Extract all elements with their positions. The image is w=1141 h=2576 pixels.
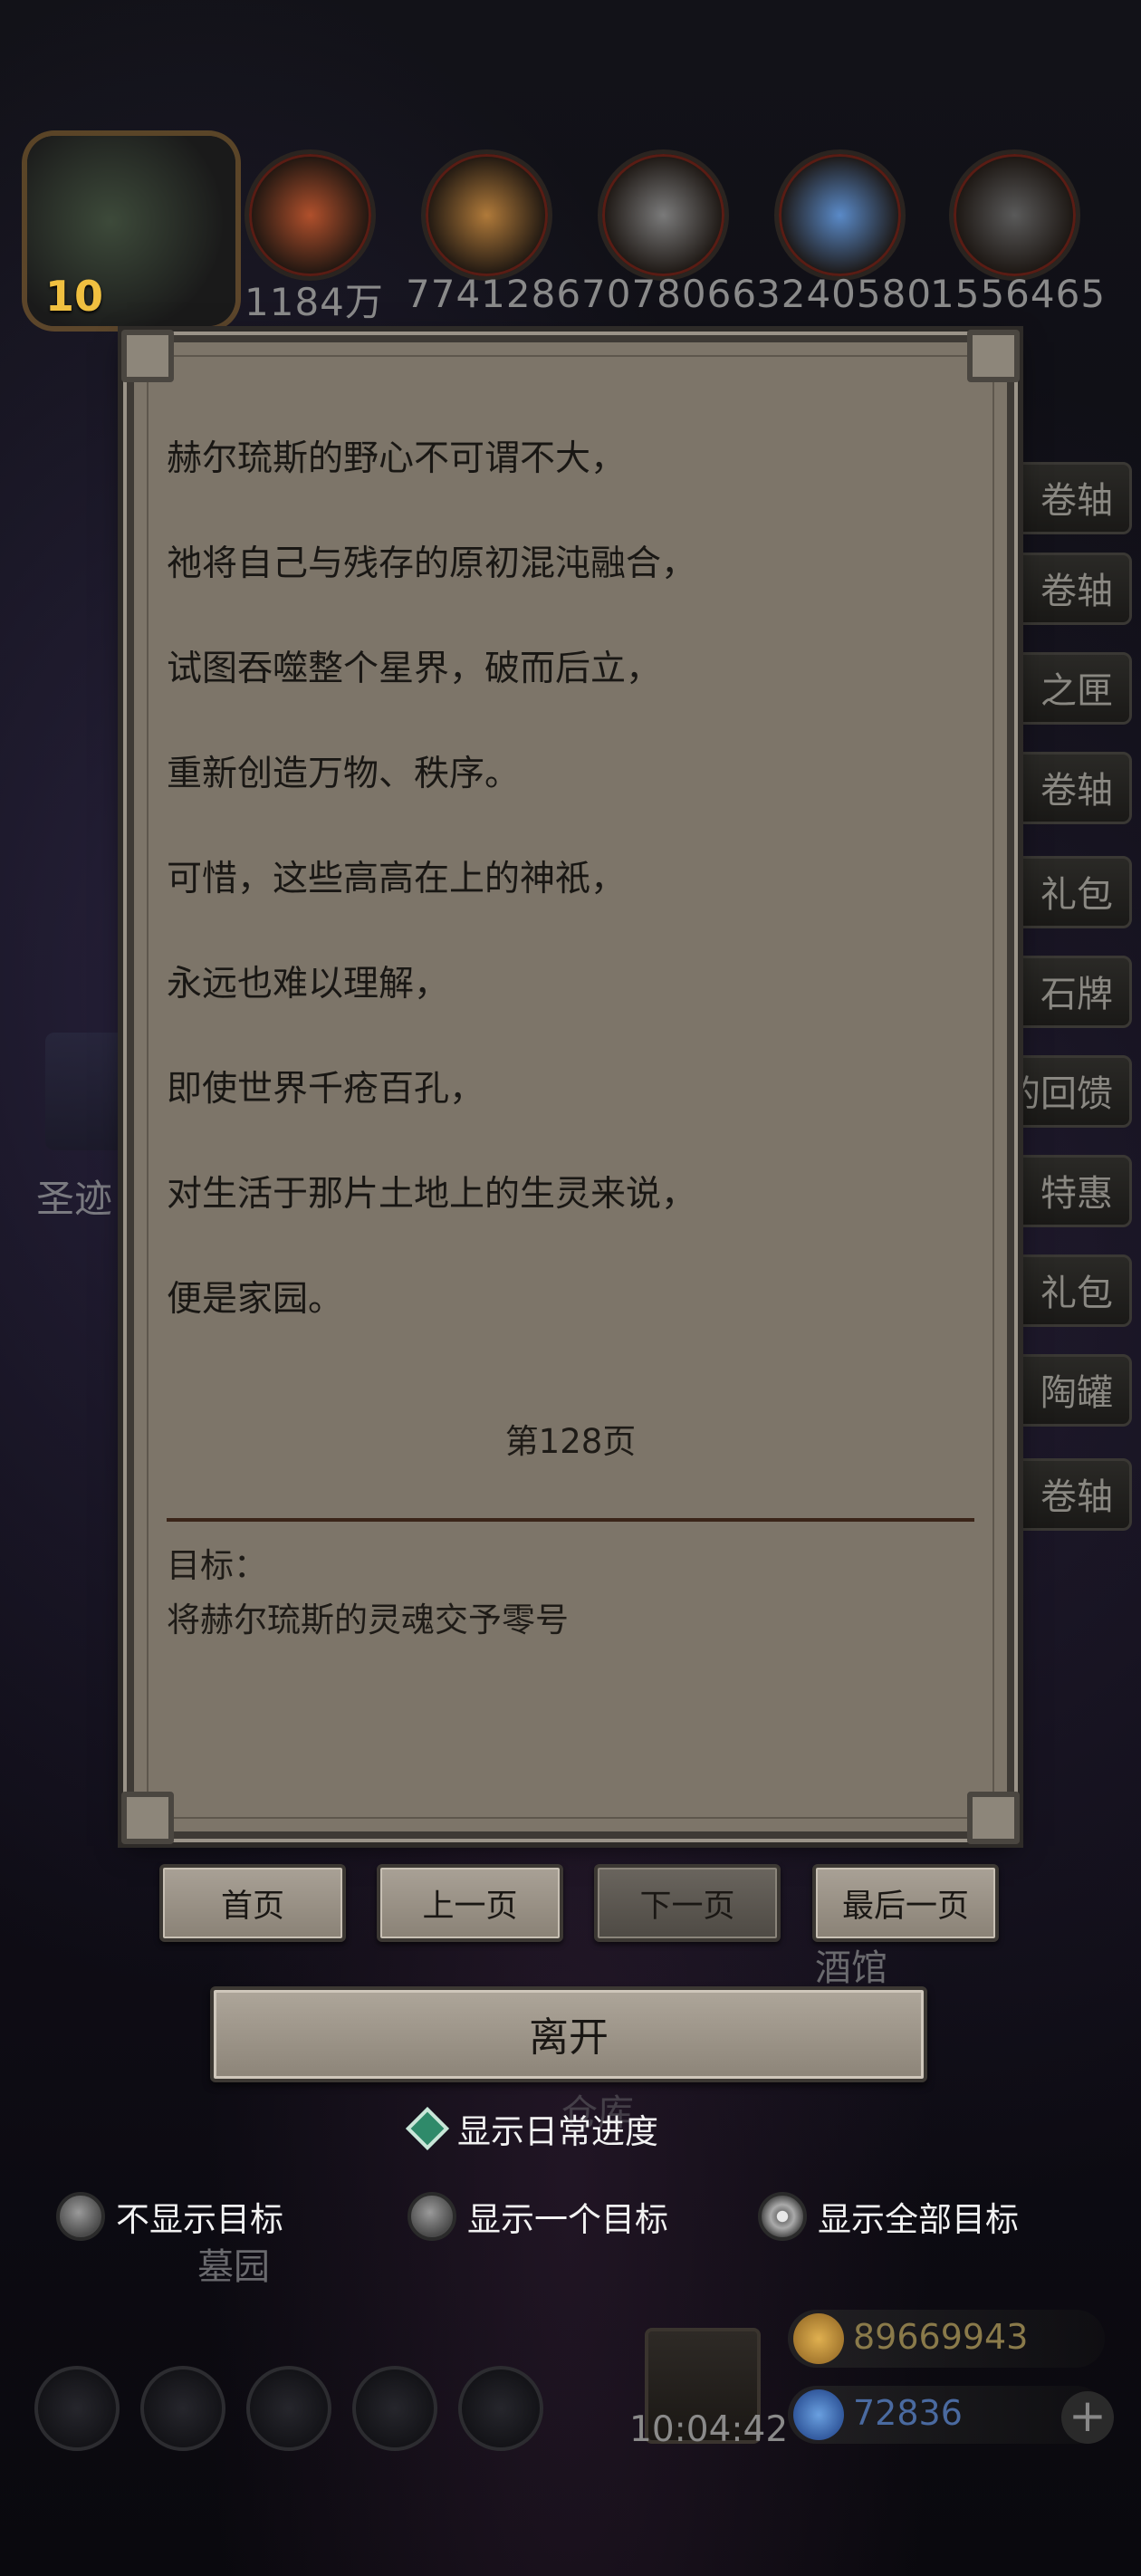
player-level: 10 xyxy=(45,272,104,321)
gem-value: 72836 xyxy=(853,2393,963,2433)
corner-ornament xyxy=(967,1792,1020,1844)
add-currency-button[interactable]: + xyxy=(1061,2391,1114,2444)
side-button-6[interactable]: 石牌 xyxy=(996,956,1132,1028)
option-hide-goals[interactable]: 不显示目标 xyxy=(56,2189,283,2244)
crystal-resource-value: 3240580 xyxy=(756,272,933,316)
goal-text: 将赫尔琉斯的灵魂交予零号 xyxy=(167,1600,569,1639)
gem-currency: 72836 xyxy=(788,2386,1105,2444)
option-show-all-goals[interactable]: 显示全部目标 xyxy=(758,2189,1019,2244)
story-line: 祂将自己与残存的原初混沌融合， xyxy=(167,543,697,584)
daily-progress-toggle[interactable]: 显示日常进度 xyxy=(405,2101,658,2156)
story-line: 即使世界千疮百孔， xyxy=(167,1069,485,1110)
diamond-checkbox-icon[interactable] xyxy=(405,2106,450,2151)
side-button-5[interactable]: 礼包 xyxy=(996,856,1132,928)
side-button-1[interactable]: 卷轴 xyxy=(996,462,1132,534)
story-book-panel: 赫尔琉斯的野心不可谓不大， 祂将自己与残存的原初混沌融合， 试图吞噬整个星界，破… xyxy=(121,330,1020,1844)
corner-ornament xyxy=(121,330,174,382)
iron-resource-value: 1556465 xyxy=(930,272,1107,316)
crystal-resource-icon xyxy=(774,149,906,281)
leave-button[interactable]: 离开 xyxy=(210,1986,927,2082)
wood-resource-icon xyxy=(421,149,552,281)
story-line: 试图吞噬整个星界，破而后立， xyxy=(167,649,662,689)
side-button-8[interactable]: 特惠 xyxy=(996,1155,1132,1227)
settings-icon[interactable] xyxy=(34,2366,120,2451)
option-label: 不显示目标 xyxy=(116,2200,283,2239)
side-button-11[interactable]: 卷轴 xyxy=(996,1458,1132,1531)
daily-progress-label: 显示日常进度 xyxy=(457,2112,658,2151)
guild-icon[interactable] xyxy=(246,2366,331,2451)
tavern-label: 酒馆 xyxy=(815,1947,887,1989)
gem-icon xyxy=(793,2389,844,2440)
corner-ornament xyxy=(121,1792,174,1844)
story-line: 便是家园。 xyxy=(167,1279,344,1320)
story-line: 可惜，这些高高在上的神祇， xyxy=(167,859,627,899)
graveyard-label: 墓园 xyxy=(197,2246,270,2288)
iron-resource-icon xyxy=(949,149,1080,281)
meat-resource-value: 1184万 xyxy=(244,280,384,324)
holy-site-label: 圣迹 xyxy=(36,1177,113,1221)
option-show-one-goal[interactable]: 显示一个目标 xyxy=(408,2189,668,2244)
timer: 10:04:42 xyxy=(629,2409,789,2450)
story-line: 赫尔琉斯的野心不可谓不大， xyxy=(167,438,627,479)
gold-currency: 89669943 xyxy=(788,2310,1105,2368)
side-button-9[interactable]: 礼包 xyxy=(996,1254,1132,1327)
side-button-4[interactable]: 卷轴 xyxy=(996,752,1132,824)
story-text: 赫尔琉斯的野心不可谓不大， 祂将自己与残存的原初混沌融合， 试图吞噬整个星界，破… xyxy=(167,380,982,1379)
corner-ornament xyxy=(967,330,1020,382)
first-page-button[interactable]: 首页 xyxy=(159,1864,346,1942)
option-label: 显示一个目标 xyxy=(467,2200,668,2239)
side-button-10[interactable]: 陶罐 xyxy=(996,1354,1132,1427)
holy-site-building xyxy=(45,1033,127,1150)
radio-icon[interactable] xyxy=(408,2192,456,2241)
goal-title: 目标： xyxy=(167,1546,267,1585)
radio-selected-icon[interactable] xyxy=(758,2192,807,2241)
page-number: 第128页 xyxy=(504,1422,637,1461)
story-line: 重新创造万物、秩序。 xyxy=(167,754,521,794)
dice-icon[interactable] xyxy=(458,2366,543,2451)
hero-icon[interactable] xyxy=(140,2366,225,2451)
story-line: 永远也难以理解， xyxy=(167,964,450,1004)
meat-resource-icon xyxy=(244,149,376,281)
last-page-button[interactable]: 最后一页 xyxy=(812,1864,999,1942)
gold-coin-icon xyxy=(793,2313,844,2364)
stone-resource-icon xyxy=(598,149,729,281)
side-button-3[interactable]: 之匣 xyxy=(996,652,1132,725)
prev-page-button[interactable]: 上一页 xyxy=(377,1864,563,1942)
option-label: 显示全部目标 xyxy=(818,2200,1019,2239)
mail-icon[interactable] xyxy=(352,2366,437,2451)
radio-icon[interactable] xyxy=(56,2192,105,2241)
divider xyxy=(167,1518,974,1522)
wood-resource-value: 7741286 xyxy=(406,272,582,316)
side-button-2[interactable]: 卷轴 xyxy=(996,553,1132,625)
next-page-button[interactable]: 下一页 xyxy=(594,1864,781,1942)
stone-resource-value: 7078066 xyxy=(581,272,758,316)
side-button-7[interactable]: 的回馈 xyxy=(996,1055,1132,1128)
gold-value: 89669943 xyxy=(853,2317,1029,2357)
story-line: 对生活于那片土地上的生灵来说， xyxy=(167,1174,697,1215)
